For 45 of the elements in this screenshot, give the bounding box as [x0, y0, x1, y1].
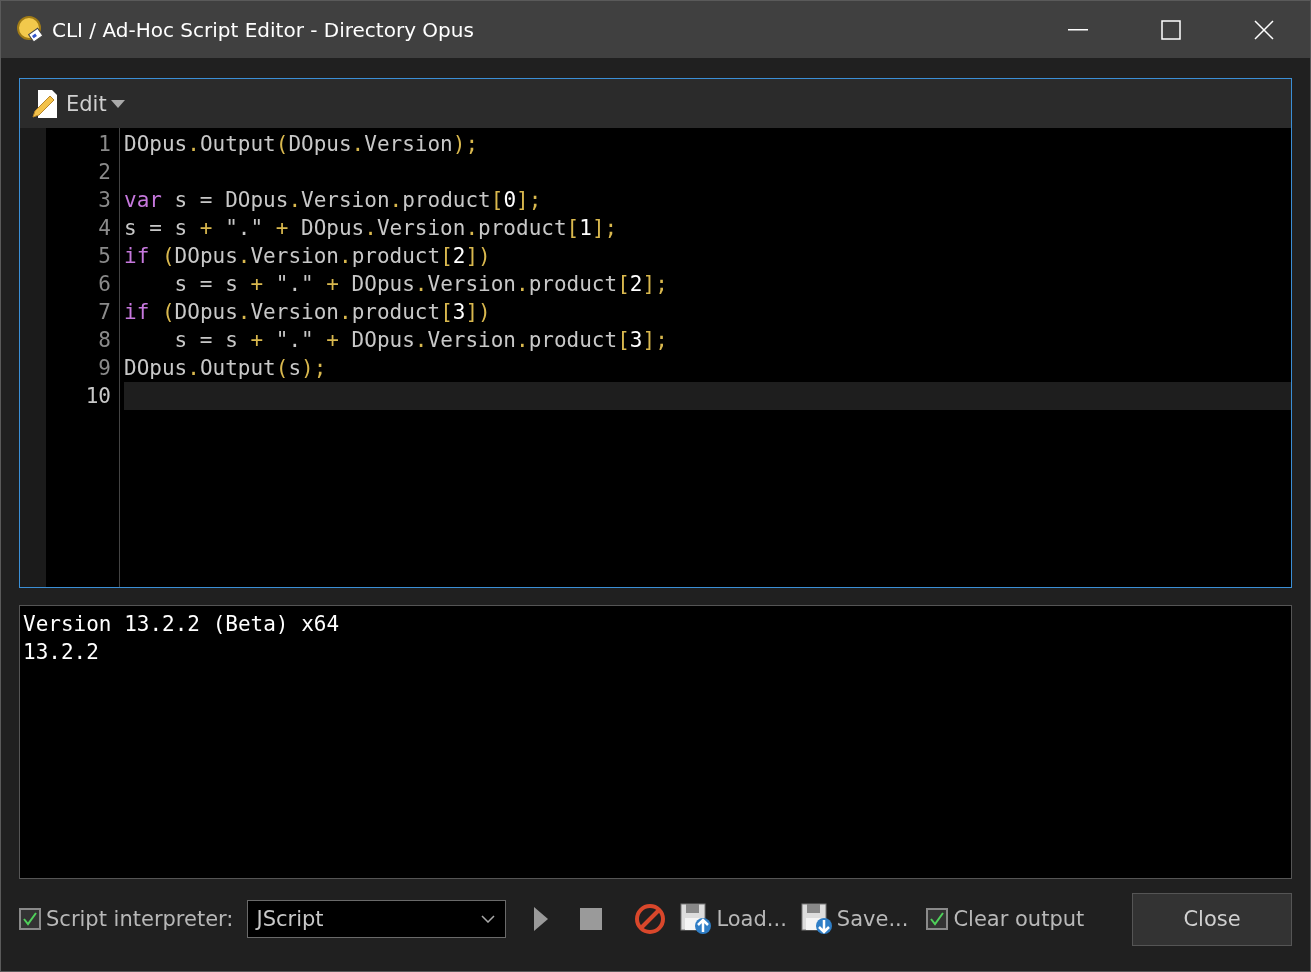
line-number: 9	[97, 355, 112, 382]
line-number: 3	[97, 187, 112, 214]
line-number: 7	[97, 299, 112, 326]
line-number: 8	[97, 327, 112, 354]
code-line: DOpus.Output(DOpus.Version);	[124, 131, 480, 158]
script-editor[interactable]	[19, 78, 1292, 588]
checkbox[interactable]	[19, 908, 41, 930]
window-title: CLI / Ad-Hoc Script Editor - Directory Opus	[52, 17, 475, 42]
edit-menu-button[interactable]: Edit	[30, 87, 125, 120]
clear-output-checkbox[interactable]: Clear output	[926, 907, 1085, 931]
minimize-icon	[1067, 28, 1088, 31]
code-line: s = s + "." + DOpus.Version.product[3];	[173, 327, 669, 354]
code-line: var s = DOpus.Version.product[0];	[124, 187, 543, 214]
save-button[interactable]: Save...	[800, 903, 909, 935]
line-number: 4	[97, 215, 112, 242]
stop-icon	[580, 908, 603, 930]
interpreter-dropdown[interactable]: JScript	[247, 900, 507, 938]
code-line: s = s + "." + DOpus.Version.product[1];	[124, 215, 619, 242]
maximize-icon	[1160, 19, 1181, 40]
line-number: 2	[97, 159, 112, 186]
load-button[interactable]: Load...	[680, 903, 787, 935]
close-button[interactable]: Close	[1132, 892, 1292, 946]
chevron-down-icon	[481, 915, 496, 923]
code-line: if (DOpus.Version.product[2])	[124, 243, 492, 270]
dropdown-caret-icon	[110, 99, 125, 108]
output-line: Version 13.2.2 (Beta) x64	[23, 611, 341, 638]
disk-upload-icon	[680, 903, 713, 935]
code-line: DOpus.Output(s);	[124, 355, 328, 382]
checkbox-label: Clear output	[953, 907, 1085, 931]
stop-button[interactable]	[580, 908, 603, 930]
prohibited-icon	[634, 903, 667, 935]
close-icon	[1253, 19, 1274, 40]
code-line: s = s + "." + DOpus.Version.product[2];	[173, 271, 669, 298]
output-line: 13.2.2	[23, 639, 100, 666]
disk-download-icon	[800, 903, 833, 935]
run-button[interactable]	[534, 907, 549, 931]
app-icon	[16, 14, 46, 45]
line-number: 5	[97, 243, 112, 270]
line-number: 6	[97, 271, 112, 298]
line-number: 10	[84, 383, 112, 410]
code-line: if (DOpus.Version.product[3])	[124, 299, 492, 326]
checkbox[interactable]	[926, 908, 949, 930]
line-number: 1	[97, 131, 112, 158]
clear-button[interactable]	[634, 903, 667, 935]
play-icon	[534, 907, 549, 931]
